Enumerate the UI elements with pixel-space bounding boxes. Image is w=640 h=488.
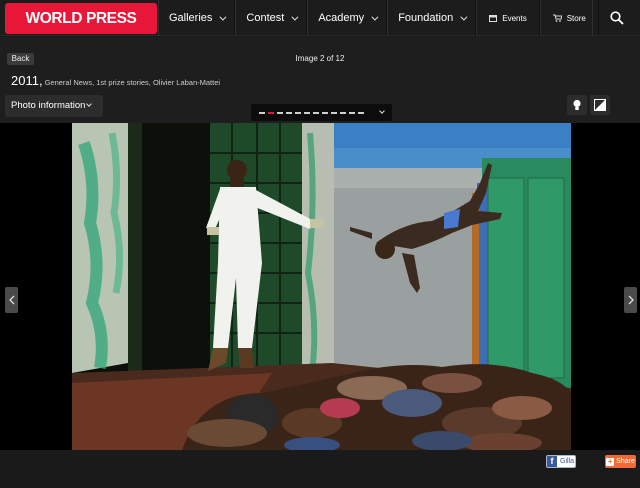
plus-icon: +	[606, 456, 615, 466]
contrast-icon	[594, 99, 606, 111]
nav-store-label: Store	[566, 13, 586, 23]
pager-dot[interactable]	[340, 112, 346, 114]
pager-dot[interactable]	[358, 112, 364, 114]
pager-dot[interactable]	[349, 112, 355, 114]
nav-foundation[interactable]: Foundation	[387, 0, 477, 36]
previous-photo-button[interactable]	[5, 287, 18, 313]
nav-foundation-label: Foundation	[398, 12, 454, 24]
top-navigation: WORLD PRESS PHOTO Galleries Contest Acad…	[0, 0, 640, 58]
pager-dot[interactable]	[322, 112, 328, 114]
nav-academy-label: Academy	[318, 12, 365, 24]
chevron-down-icon	[219, 13, 227, 21]
chevron-left-icon	[8, 295, 14, 305]
share-button[interactable]: + Share	[605, 455, 636, 468]
main-nav: Galleries Contest Academy Foundation Eve…	[158, 0, 599, 36]
chevron-down-icon	[291, 13, 299, 21]
nav-galleries-label: Galleries	[169, 12, 213, 24]
nav-store[interactable]: Store	[539, 0, 599, 36]
image-counter: Image 2 of 12	[295, 54, 345, 63]
pager-dot[interactable]	[295, 112, 301, 114]
chevron-down-icon	[86, 101, 92, 107]
pager-dot[interactable]	[259, 112, 265, 114]
pager-dot[interactable]	[268, 112, 274, 114]
chevron-down-icon	[371, 13, 379, 21]
cart-icon	[552, 14, 562, 22]
chevron-down-icon	[460, 13, 468, 21]
photo-information-label: Photo information	[11, 100, 86, 111]
search-icon	[609, 11, 624, 25]
search-button[interactable]	[592, 0, 640, 36]
gallery-photo	[72, 123, 571, 450]
photo-year: 2011,	[11, 73, 43, 88]
next-photo-button[interactable]	[624, 287, 637, 313]
facebook-like-button[interactable]: f Gilla	[546, 455, 576, 468]
pager-dot[interactable]	[277, 112, 283, 114]
calendar-icon	[489, 15, 498, 22]
footer	[0, 450, 640, 488]
nav-events-label: Events	[502, 13, 527, 23]
pager-dot[interactable]	[286, 112, 292, 114]
lightbulb-button[interactable]	[567, 95, 587, 115]
nav-events[interactable]: Events	[476, 0, 540, 36]
share-label: Share	[616, 458, 635, 465]
nav-academy[interactable]: Academy	[307, 0, 388, 36]
pager-dot[interactable]	[313, 112, 319, 114]
photo-credit: 2011, General News, 1st prize stories, Ol…	[11, 72, 220, 90]
lightbulb-icon	[573, 99, 581, 110]
facebook-icon: f	[547, 456, 557, 467]
chevron-right-icon	[628, 295, 634, 305]
photo-meta: General News, 1st prize stories, Olivier…	[44, 78, 221, 87]
image-pager[interactable]	[251, 104, 392, 121]
nav-galleries[interactable]: Galleries	[158, 0, 236, 36]
facebook-like-label: Gilla	[560, 458, 575, 465]
site-logo[interactable]: WORLD PRESS PHOTO	[5, 3, 157, 58]
contrast-button[interactable]	[590, 95, 610, 115]
pager-dot[interactable]	[304, 112, 310, 114]
pager-dot[interactable]	[331, 112, 337, 114]
chevron-down-icon	[379, 108, 385, 114]
nav-contest[interactable]: Contest	[235, 0, 308, 36]
photo-information-dropdown[interactable]: Photo information	[5, 95, 103, 117]
nav-contest-label: Contest	[246, 12, 285, 24]
photo-stage	[0, 123, 640, 450]
